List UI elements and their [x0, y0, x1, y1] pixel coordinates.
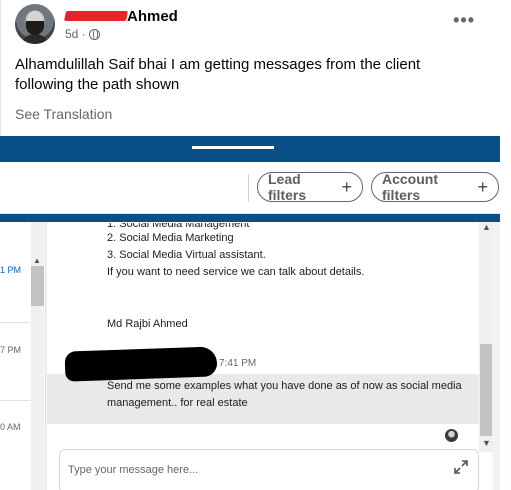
conversation-time[interactable]: 7 PM	[0, 345, 30, 355]
author-name[interactable]: Ahmed	[127, 8, 178, 25]
linkedin-navbar	[0, 136, 500, 162]
plus-icon: +	[341, 176, 352, 197]
expand-icon[interactable]	[454, 460, 468, 474]
chat-scroll-thumb[interactable]	[480, 344, 492, 436]
name-redaction	[63, 11, 129, 21]
lead-filters-label: Lead filters	[268, 171, 307, 203]
list-scroll-thumb[interactable]	[31, 266, 44, 306]
scroll-up-arrow-icon[interactable]: ▲	[33, 256, 41, 265]
message-line: 3. Social Media Virtual assistant.	[107, 249, 266, 261]
page-edge	[500, 136, 511, 490]
post-meta: 5d ·	[65, 27, 100, 41]
post-time[interactable]: 5d ·	[65, 27, 86, 41]
list-divider	[0, 322, 30, 323]
client-message: Send me some examples what you have done…	[107, 380, 462, 409]
chat-panel: 1. Social Media Management 2. Social Med…	[47, 222, 493, 490]
filter-bar: Lead filters + Account filters +	[0, 162, 500, 214]
message-input[interactable]	[68, 460, 448, 480]
author-row: Ahmed	[63, 6, 178, 26]
scroll-up-arrow-icon[interactable]: ▲	[482, 222, 491, 232]
signature: Md Rajbi Ahmed	[107, 318, 188, 330]
avatar-shoulders	[19, 34, 51, 44]
post-text: Alhamdulillah Saif bhai I am getting mes…	[15, 56, 421, 93]
message-composer[interactable]	[59, 449, 479, 490]
linkedin-screenshot: Lead filters + Account filters + 1 PM 7 …	[0, 136, 500, 490]
see-translation-link[interactable]: See Translation	[15, 106, 112, 122]
filter-divider	[248, 174, 249, 202]
account-filters-label: Account filters	[382, 171, 438, 203]
seen-avatar	[445, 429, 458, 442]
author-avatar[interactable]	[15, 4, 55, 44]
message-time: 7:41 PM	[219, 358, 257, 369]
nav-active-indicator	[192, 146, 274, 149]
conversation-time[interactable]: 0 AM	[0, 422, 30, 432]
globe-icon	[88, 28, 100, 40]
lead-filters-button[interactable]: Lead filters +	[257, 171, 363, 203]
avatar-beard	[26, 21, 44, 35]
more-options-button[interactable]: •••	[453, 10, 475, 31]
plus-icon: +	[477, 176, 488, 197]
scroll-down-arrow-icon[interactable]: ▼	[482, 438, 491, 448]
list-scrollbar[interactable]: ▲	[31, 222, 44, 490]
header-strip	[0, 214, 500, 222]
message-line: If you want to need service we can talk …	[107, 266, 365, 278]
facebook-post: Ahmed 5d · ••• Alhamdulillah Saif bhai I…	[0, 0, 511, 136]
chat-scrollbar[interactable]: ▲ ▼	[479, 222, 493, 452]
account-filters-button[interactable]: Account filters +	[371, 171, 499, 203]
list-divider	[0, 400, 30, 401]
sender-redaction	[64, 346, 218, 382]
message-line: 2. Social Media Marketing	[107, 232, 234, 244]
conversation-time[interactable]: 1 PM	[0, 265, 30, 275]
